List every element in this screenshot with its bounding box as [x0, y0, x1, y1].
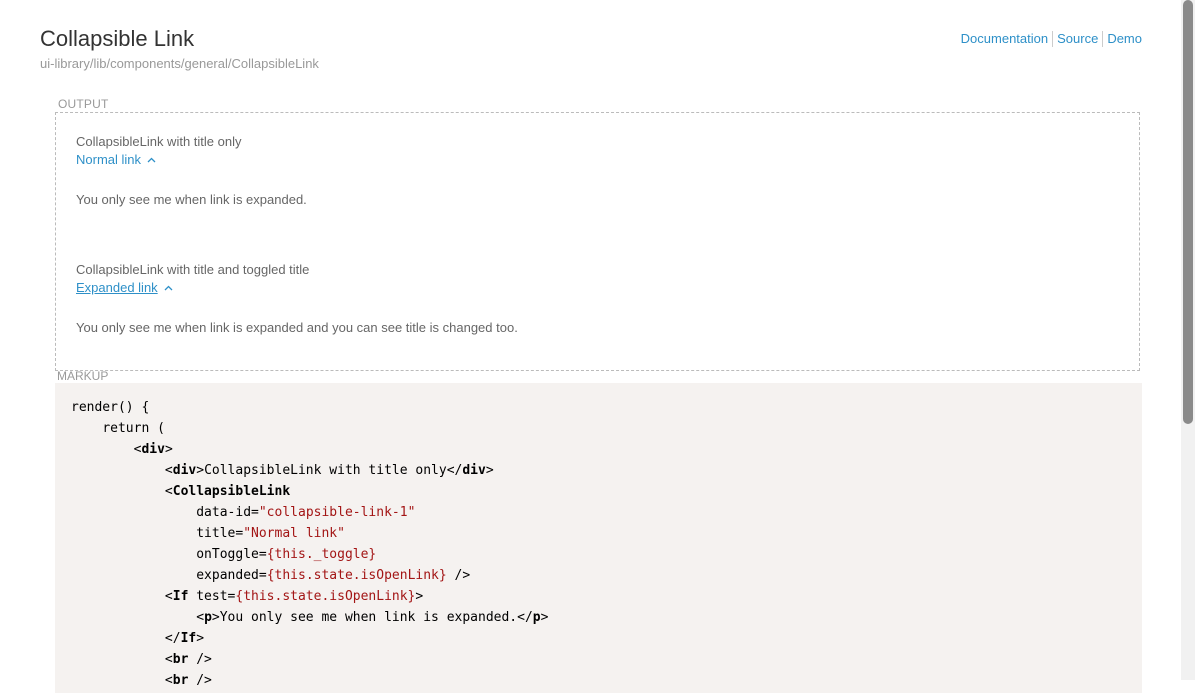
normal-collapsible-link[interactable]: Normal link: [76, 152, 156, 167]
demo-heading: CollapsibleLink with title and toggled t…: [76, 262, 310, 277]
expanded-content: You only see me when link is expanded.: [76, 192, 307, 207]
source-link[interactable]: Source: [1053, 31, 1104, 47]
expanded-content: You only see me when link is expanded an…: [76, 320, 518, 335]
code-text: render() { return ( <div> <div>Collapsib…: [71, 400, 549, 688]
chevron-up-icon: [147, 157, 156, 162]
chevron-up-icon: [164, 285, 173, 290]
component-path: ui-library/lib/components/general/Collap…: [40, 56, 319, 71]
link-label: Expanded link: [76, 280, 158, 295]
markup-label: MARKUP: [57, 369, 109, 383]
demo-toggled-title: CollapsibleLink with title and toggled t…: [76, 262, 518, 335]
page-header: Collapsible Link ui-library/lib/componen…: [40, 24, 319, 71]
demo-title-only: CollapsibleLink with title only Normal l…: [76, 134, 307, 207]
code-block: render() { return ( <div> <div>Collapsib…: [55, 383, 1142, 693]
output-label: OUTPUT: [58, 97, 109, 111]
top-links: Documentation Source Demo: [957, 31, 1142, 47]
page-scrollbar[interactable]: [1181, 0, 1195, 680]
demo-heading: CollapsibleLink with title only: [76, 134, 242, 149]
page-title: Collapsible Link: [40, 26, 195, 51]
demo-link[interactable]: Demo: [1103, 31, 1142, 47]
documentation-link[interactable]: Documentation: [957, 31, 1054, 47]
scrollbar-thumb[interactable]: [1183, 0, 1193, 424]
output-panel: CollapsibleLink with title only Normal l…: [55, 112, 1140, 371]
link-label: Normal link: [76, 152, 142, 167]
expanded-collapsible-link[interactable]: Expanded link: [76, 280, 173, 295]
